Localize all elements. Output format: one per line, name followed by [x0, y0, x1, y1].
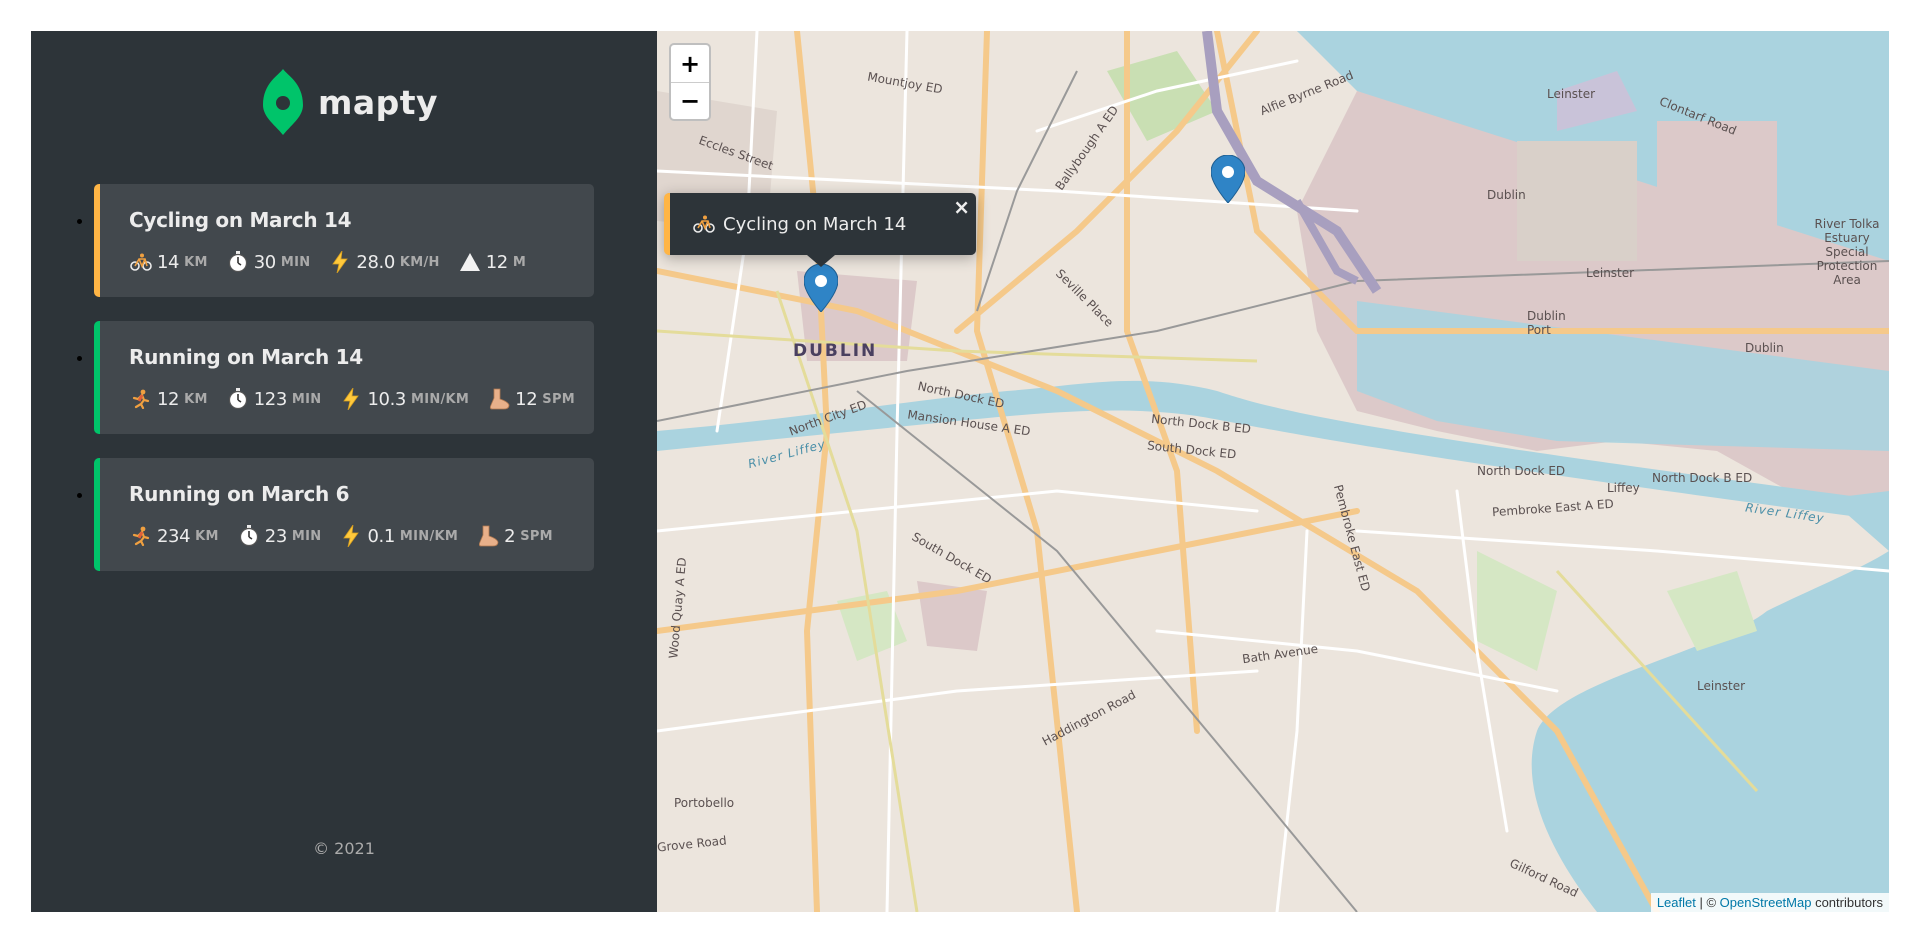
attribution-suffix: contributors: [1811, 895, 1883, 910]
workout-detail-unit: KM/H: [399, 254, 440, 270]
foot-icon: [476, 524, 500, 548]
map-marker-running[interactable]: [1211, 155, 1245, 203]
mountain-icon: [458, 250, 482, 274]
map-label-leinster-1: Leinster: [1586, 266, 1635, 280]
map-label-dublin-port: Dublin Port: [1527, 309, 1566, 337]
map-attribution: Leaflet | © OpenStreetMap contributors: [1650, 893, 1889, 912]
map-label-leinster-3: Leinster: [1547, 87, 1596, 101]
workout-detail-unit: SPM: [542, 391, 576, 407]
workout-detail: 2 SPM: [476, 524, 553, 548]
workout-detail-value: 28.0: [356, 251, 395, 273]
workout-detail-value: 12: [157, 388, 180, 410]
workout-details: 234 KM 23 MIN 0.1 MIN/KM 2 SPM: [129, 524, 594, 548]
leaflet-link[interactable]: Leaflet: [1657, 895, 1696, 910]
workout-detail: 12 KM: [129, 387, 208, 411]
map-label-portobello: Portobello: [674, 796, 735, 810]
workout-title: Running on March 14: [129, 345, 363, 369]
workout-detail: 234 KM: [129, 524, 219, 548]
map-pin-logo-icon: [263, 69, 303, 135]
workout-detail: 12 M: [458, 250, 526, 274]
zoom-in-button[interactable]: +: [671, 45, 709, 82]
runner-icon: [129, 387, 153, 411]
workout-detail-value: 2: [504, 525, 516, 547]
workout-detail-unit: KM: [184, 254, 208, 270]
stopwatch-icon: [237, 524, 261, 548]
map-label-dublin-a: Dublin: [1487, 188, 1526, 202]
workout-detail-unit: KM: [195, 528, 219, 544]
workout-detail: 10.3 MIN/KM: [339, 387, 469, 411]
workout-detail-unit: MIN/KM: [410, 391, 470, 407]
map-label-north-dock-b-2: North Dock B ED: [1652, 471, 1753, 485]
workout-detail-value: 0.1: [367, 525, 395, 547]
map-label-dublin-b: Dublin: [1745, 341, 1784, 355]
sidebar: mapty Cycling on March 1414KM30MIN28.0KM…: [31, 31, 657, 912]
map-label-north-dock-2: North Dock ED: [1477, 464, 1566, 478]
openstreetmap-link[interactable]: OpenStreetMap: [1720, 895, 1812, 910]
bicycle-icon: [129, 250, 153, 274]
workout-detail-value: 234: [157, 525, 191, 547]
map-popup: Cycling on March 14 ×: [664, 193, 976, 255]
app-container: mapty Cycling on March 1414KM30MIN28.0KM…: [31, 31, 1889, 912]
workout-detail: 30 MIN: [226, 250, 311, 274]
workout-item-running[interactable]: Running on March 1412KM123MIN10.3MIN/KM1…: [94, 321, 594, 434]
popup-tip: [807, 255, 835, 267]
workout-item-running[interactable]: Running on March 6 234KM 23MIN 0.1MIN/KM 2SP…: [94, 458, 594, 571]
logo: mapty: [263, 69, 438, 135]
workout-detail: 12 SPM: [487, 387, 575, 411]
logo-text: mapty: [318, 82, 439, 122]
workout-details: 12 KM 123 MIN 10.3 MIN/KM 12 SPM: [129, 387, 594, 411]
runner-icon: [129, 524, 153, 548]
workout-detail-unit: KM: [184, 391, 208, 407]
attribution-separator: | ©: [1695, 895, 1720, 910]
workout-detail-value: 123: [253, 388, 288, 410]
workout-list: Cycling on March 1414KM30MIN28.0KM/H12MR…: [94, 184, 594, 595]
workout-details: 14 KM 30 MIN 28.0 KM/H 12 M: [129, 250, 594, 274]
stopwatch-icon: [226, 250, 250, 274]
stopwatch-icon: [226, 387, 250, 411]
workout-detail-unit: SPM: [520, 528, 553, 544]
workout-title: Cycling on March 14: [129, 208, 352, 232]
map-label-leinster-2: Leinster: [1697, 679, 1746, 693]
workout-detail: 28.0 KM/H: [328, 250, 439, 274]
map-label-liffey: Liffey: [1607, 481, 1640, 495]
lightning-icon: [339, 524, 363, 548]
workout-detail-value: 12: [515, 388, 538, 410]
workout-detail-unit: MIN: [291, 528, 322, 544]
workout-detail-unit: MIN/KM: [399, 528, 459, 544]
workout-detail-value: 14: [157, 251, 180, 273]
map-label-tolka: River Tolka Estuary Special Protection A…: [1814, 217, 1880, 287]
workout-detail: 123 MIN: [226, 387, 322, 411]
workout-detail-unit: MIN: [291, 391, 322, 407]
workout-detail-unit: M: [512, 254, 527, 270]
workout-title: Running on March 6: [129, 482, 350, 506]
lightning-icon: [328, 250, 352, 274]
workout-item-cycling[interactable]: Cycling on March 14 14KM 30MIN 28.0KM/H 12M: [94, 184, 594, 297]
workout-detail-unit: MIN: [280, 254, 311, 270]
lightning-icon: [339, 387, 363, 411]
foot-icon: [487, 387, 511, 411]
map-marker-cycling[interactable]: [804, 264, 838, 312]
workout-detail: 0.1 MIN/KM: [339, 524, 458, 548]
popup-text: Cycling on March 14: [723, 213, 907, 235]
workout-detail: 14 KM: [129, 250, 208, 274]
copyright: © 2021: [313, 839, 375, 858]
popup-close-button[interactable]: ×: [953, 195, 970, 219]
bicycle-icon: [693, 215, 715, 233]
zoom-control: + −: [669, 43, 711, 121]
workout-detail-value: 30: [253, 251, 277, 273]
workout-detail-value: 10.3: [367, 388, 406, 410]
map[interactable]: DUBLIN River Liffey River Liffey North D…: [657, 31, 1889, 912]
map-label-dublin: DUBLIN: [793, 341, 878, 361]
zoom-out-button[interactable]: −: [671, 82, 709, 119]
workout-detail-value: 23: [264, 525, 288, 547]
workout-detail: 23 MIN: [237, 524, 322, 548]
workout-detail-value: 12: [485, 251, 509, 273]
